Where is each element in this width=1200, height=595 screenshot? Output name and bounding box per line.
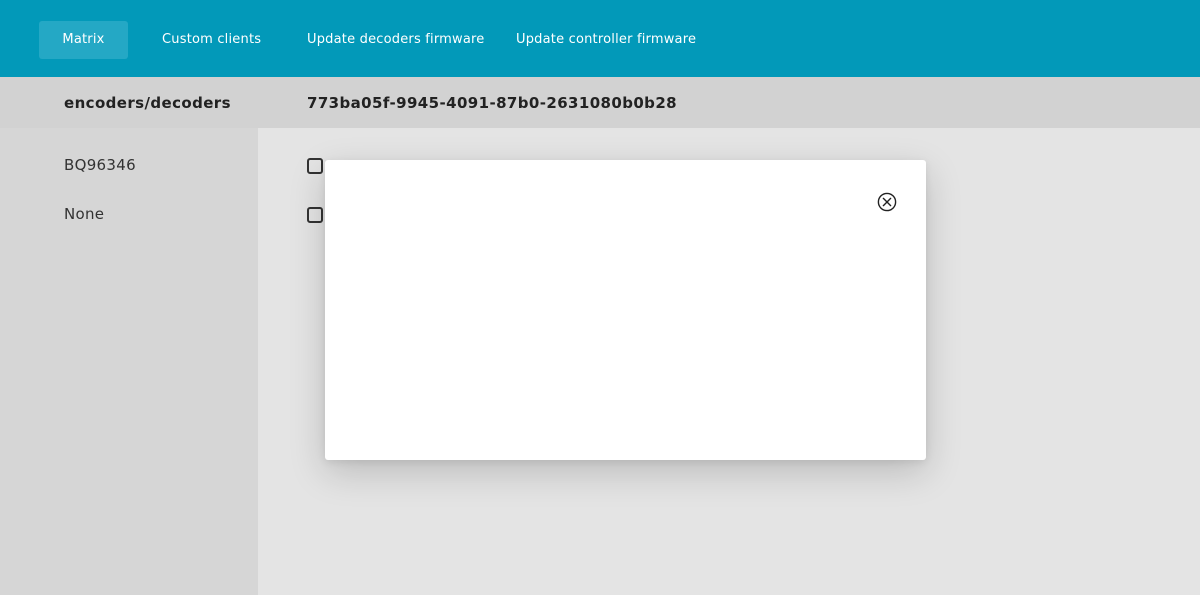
checkbox-row-2[interactable] xyxy=(307,207,323,223)
main-header: 773ba05f-9945-4091-87b0-2631080b0b28 xyxy=(258,77,1200,128)
sidebar: encoders/decoders xyxy=(0,77,258,595)
checkbox-row-1[interactable] xyxy=(307,158,323,174)
top-navigation-bar: Matrix Custom clients Update decoders fi… xyxy=(0,0,1200,77)
close-circle-icon[interactable] xyxy=(877,192,897,212)
nav-tab-update-controller-firmware[interactable]: Update controller firmware xyxy=(516,21,696,59)
nav-tab-custom-clients[interactable]: Custom clients xyxy=(162,21,261,59)
sidebar-item-bq96346[interactable]: BQ96346 xyxy=(64,156,136,174)
sidebar-item-none[interactable]: None xyxy=(64,205,104,223)
modal-dialog xyxy=(325,160,926,460)
device-id-title: 773ba05f-9945-4091-87b0-2631080b0b28 xyxy=(307,94,677,112)
nav-tab-matrix[interactable]: Matrix xyxy=(39,21,128,59)
sidebar-header: encoders/decoders xyxy=(0,77,258,128)
nav-tab-update-decoders-firmware[interactable]: Update decoders firmware xyxy=(307,21,485,59)
sidebar-title: encoders/decoders xyxy=(64,94,231,112)
